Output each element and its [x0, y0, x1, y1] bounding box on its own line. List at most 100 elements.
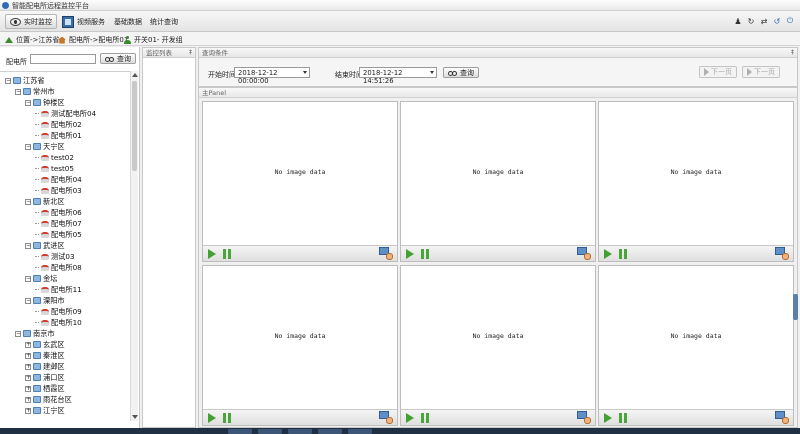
user-icon[interactable]: ♟ — [733, 16, 743, 26]
tree-node[interactable]: − 金坛 — [25, 273, 57, 284]
play-icon[interactable] — [208, 413, 216, 423]
tree-node[interactable]: test02 — [35, 152, 74, 163]
tree-node[interactable]: + 玄武区 — [25, 339, 65, 350]
play-icon[interactable] — [208, 249, 216, 259]
video-cell[interactable]: No image data — [202, 101, 398, 262]
taskbar-item[interactable] — [318, 429, 342, 434]
main-scrollbar[interactable] — [792, 98, 799, 424]
taskbar-item[interactable] — [258, 429, 282, 434]
tree-node[interactable]: − 溧阳市 — [25, 295, 65, 306]
pin-icon[interactable]: ‡ — [791, 48, 794, 58]
reload-icon[interactable]: ↺ — [772, 16, 782, 26]
tree-node[interactable]: + 栖霞区 — [25, 383, 65, 394]
video-cell[interactable]: No image data — [400, 265, 596, 426]
breadcrumb-switch[interactable]: 开关01- 开发组 — [124, 35, 183, 45]
collapse-icon[interactable]: − — [5, 77, 11, 84]
video-cell[interactable]: No image data — [202, 265, 398, 426]
collapse-icon[interactable]: − — [25, 143, 31, 150]
search-input[interactable] — [30, 54, 96, 64]
next-page-button[interactable]: 下一页 — [742, 66, 780, 78]
tree-node[interactable]: 配电所07 — [35, 218, 82, 229]
start-time-field[interactable]: 2018-12-12 00:00:00 — [234, 67, 310, 85]
taskbar-item[interactable] — [228, 429, 252, 434]
pause-icon[interactable] — [421, 413, 429, 423]
ptz-control-icon[interactable] — [577, 411, 591, 424]
collapse-icon[interactable]: − — [25, 297, 31, 304]
video-cell[interactable]: No image data — [400, 101, 596, 262]
tree-node[interactable]: − 钟楼区 — [25, 97, 65, 108]
ptz-control-icon[interactable] — [775, 411, 789, 424]
pause-icon[interactable] — [223, 413, 231, 423]
chevron-down-icon[interactable] — [430, 71, 434, 74]
play-icon[interactable] — [406, 249, 414, 259]
swap-icon[interactable]: ⇄ — [759, 16, 769, 26]
expand-icon[interactable]: + — [25, 341, 31, 348]
power-icon[interactable]: ⏻ — [785, 16, 795, 26]
collapse-icon[interactable]: − — [25, 99, 31, 106]
search-button[interactable]: 查询 — [100, 53, 136, 64]
tree-node[interactable]: + 浦口区 — [25, 372, 65, 383]
tree-node[interactable]: 测试配电所04 — [35, 108, 96, 119]
tree-node[interactable]: 配电所11 — [35, 284, 82, 295]
refresh-icon[interactable]: ↻ — [746, 16, 756, 26]
video-cell[interactable]: No image data — [598, 265, 794, 426]
menu-item-statistics[interactable]: 统计查询 — [146, 14, 182, 29]
tree-node[interactable]: − 新北区 — [25, 196, 65, 207]
expand-icon[interactable]: + — [25, 407, 31, 414]
collapse-icon[interactable]: − — [25, 275, 31, 282]
tree-node[interactable]: + 建邺区 — [25, 361, 65, 372]
taskbar-item[interactable] — [348, 429, 372, 434]
ptz-control-icon[interactable] — [577, 247, 591, 260]
tree-node[interactable]: + 雨花台区 — [25, 394, 72, 405]
menu-item-basedata[interactable]: 基础数据 — [110, 14, 146, 29]
tree-node[interactable]: 配电所01 — [35, 130, 82, 141]
pin-icon[interactable]: ‡ — [189, 48, 192, 58]
expand-icon[interactable]: + — [25, 396, 31, 403]
ptz-control-icon[interactable] — [379, 247, 393, 260]
expand-icon[interactable]: + — [25, 363, 31, 370]
collapse-icon[interactable]: − — [25, 198, 31, 205]
prev-page-button[interactable]: 下一页 — [699, 66, 737, 78]
expand-icon[interactable]: + — [25, 385, 31, 392]
menu-item-realtime[interactable]: 实时监控 — [5, 14, 57, 29]
scroll-thumb[interactable] — [793, 294, 798, 320]
query-button[interactable]: 查询 — [443, 67, 479, 78]
tree-node[interactable]: 配电所08 — [35, 262, 82, 273]
tree-node[interactable]: 配电所10 — [35, 317, 82, 328]
ptz-control-icon[interactable] — [775, 247, 789, 260]
expand-icon[interactable]: + — [25, 374, 31, 381]
tree-node[interactable]: − 武进区 — [25, 240, 65, 251]
pause-icon[interactable] — [619, 249, 627, 259]
expand-icon[interactable]: + — [25, 352, 31, 359]
scroll-up-icon[interactable] — [132, 73, 138, 77]
menu-item-video[interactable]: 视频服务 — [58, 14, 109, 29]
tree-node[interactable]: − 常州市 — [15, 86, 55, 97]
tree-node[interactable]: 配电所09 — [35, 306, 82, 317]
tree-node[interactable]: − 南京市 — [15, 328, 55, 339]
scroll-down-icon[interactable] — [132, 415, 138, 419]
chevron-down-icon[interactable] — [303, 71, 307, 74]
pause-icon[interactable] — [223, 249, 231, 259]
collapse-icon[interactable]: − — [25, 242, 31, 249]
play-icon[interactable] — [604, 413, 612, 423]
tree-node[interactable]: test05 — [35, 163, 74, 174]
tree-scrollbar[interactable] — [130, 71, 138, 421]
play-icon[interactable] — [604, 249, 612, 259]
end-time-field[interactable]: 2018-12-12 14:51:26 — [359, 67, 437, 85]
collapse-icon[interactable]: − — [15, 330, 21, 337]
ptz-control-icon[interactable] — [379, 411, 393, 424]
play-icon[interactable] — [406, 413, 414, 423]
tree-node[interactable]: − 江苏省 — [5, 75, 45, 86]
breadcrumb-station[interactable]: 配电所->配电所01 — [58, 35, 128, 45]
collapse-icon[interactable]: − — [15, 88, 21, 95]
tree-node[interactable]: + 江宁区 — [25, 405, 65, 416]
tree-node[interactable]: − 天宁区 — [25, 141, 65, 152]
tree-node[interactable]: 配电所06 — [35, 207, 82, 218]
breadcrumb-location[interactable]: 位置->江苏省 — [5, 35, 59, 45]
pause-icon[interactable] — [619, 413, 627, 423]
tree-node[interactable]: 配电所02 — [35, 119, 82, 130]
tree-node[interactable]: + 秦淮区 — [25, 350, 65, 361]
tree-node[interactable]: 配电所03 — [35, 185, 82, 196]
video-cell[interactable]: No image data — [598, 101, 794, 262]
tree-node[interactable]: 配电所04 — [35, 174, 82, 185]
